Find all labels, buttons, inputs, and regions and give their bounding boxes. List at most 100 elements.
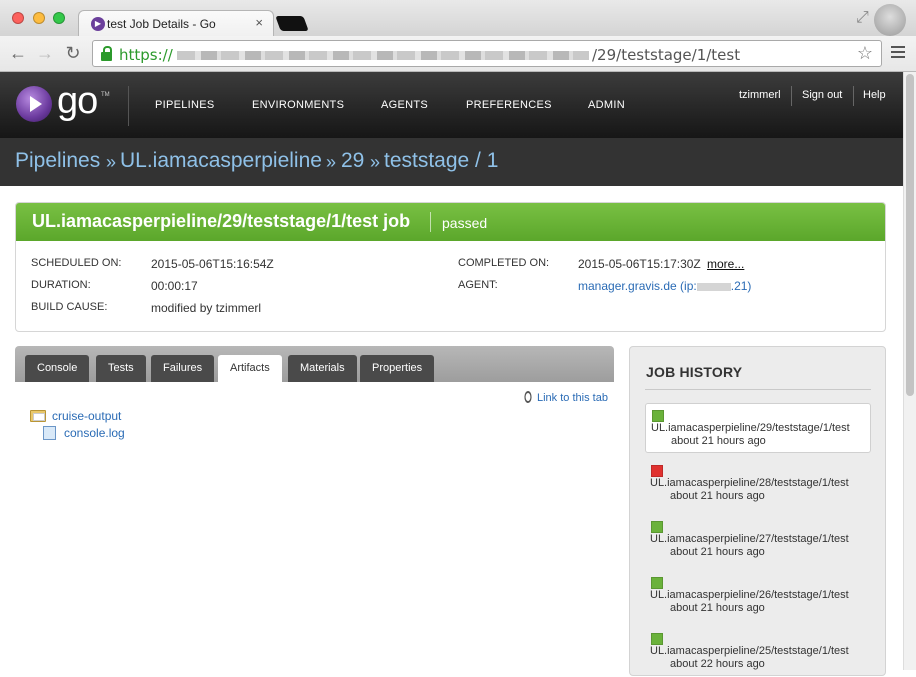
header-divider (128, 86, 129, 126)
page-scrollbar[interactable] (903, 72, 916, 670)
scheduled-label: SCHEDULED ON: (31, 257, 122, 269)
tab-properties[interactable]: Properties (360, 355, 435, 382)
history-item-name: UL.iamacasperpieline/28/teststage/1/test (650, 477, 849, 489)
status-divider (430, 212, 431, 232)
sign-out-link[interactable]: Sign out (802, 89, 842, 101)
go-logo-trademark: TM (101, 92, 110, 98)
window-close-button[interactable] (12, 12, 24, 24)
agent-label: AGENT: (458, 279, 498, 291)
go-favicon-icon: ▶ (91, 17, 105, 31)
history-item[interactable]: UL.iamacasperpieline/29/teststage/1/test… (645, 403, 871, 453)
history-item-time: about 21 hours ago (670, 546, 765, 558)
nav-environments[interactable]: ENVIRONMENTS (252, 99, 344, 111)
ip-redacted (696, 282, 731, 291)
header-separator (791, 86, 792, 106)
folder-icon (30, 410, 46, 422)
file-icon (43, 426, 56, 440)
browser-titlebar: ▶ test Job Details - Go × ⤢ (0, 0, 916, 37)
history-item-name: UL.iamacasperpieline/26/teststage/1/test (650, 589, 849, 601)
build-cause-value: modified by tzimmerl (151, 301, 262, 315)
job-title: UL.iamacasperpieline/29/teststage/1/test… (32, 211, 411, 231)
duration-value: 00:00:17 (151, 279, 198, 293)
agent-host: manager.gravis.de (ip: (578, 279, 697, 293)
tab-tests[interactable]: Tests (96, 355, 146, 382)
tab-failures[interactable]: Failures (151, 355, 215, 382)
agent-link[interactable]: manager.gravis.de (ip: .21) (578, 279, 751, 293)
link-to-tab-label: Link to this tab (537, 392, 608, 404)
fullscreen-icon[interactable]: ⤢ (856, 9, 869, 27)
go-header: go TM PIPELINES ENVIRONMENTS AGENTS PREF… (0, 72, 916, 138)
artifact-folder-link[interactable]: cruise-output (52, 409, 121, 423)
back-button[interactable]: ← (8, 43, 28, 64)
nav-preferences[interactable]: PREFERENCES (466, 99, 552, 111)
breadcrumb-pipelines[interactable]: Pipelines (15, 149, 100, 173)
history-item-name: UL.iamacasperpieline/29/teststage/1/test (651, 422, 850, 434)
tab-console[interactable]: Console (25, 355, 90, 382)
window-minimize-button[interactable] (33, 12, 45, 24)
url-redacted-host (177, 51, 589, 60)
browser-tab[interactable]: ▶ test Job Details - Go × (78, 10, 274, 37)
status-passed-icon (651, 633, 663, 645)
address-bar[interactable]: https:// /29/teststage/1/test ☆ (92, 40, 882, 67)
divider (645, 389, 871, 390)
duration-label: DURATION: (31, 279, 91, 291)
history-item-time: about 21 hours ago (671, 435, 766, 447)
go-logo-text[interactable]: go (57, 80, 98, 123)
history-item-time: about 21 hours ago (670, 602, 765, 614)
history-item-time: about 22 hours ago (670, 658, 765, 670)
nav-pipelines[interactable]: PIPELINES (155, 99, 215, 111)
browser-menu-icon[interactable] (891, 46, 905, 61)
browser-toolbar: ← → ↻ https:// /29/teststage/1/test ☆ (0, 36, 916, 72)
breadcrumb-separator: » (370, 152, 381, 172)
more-link[interactable]: more... (707, 257, 744, 271)
breadcrumb-stage[interactable]: teststage / 1 (384, 149, 498, 173)
tab-materials[interactable]: Materials (288, 355, 357, 382)
job-summary-card: UL.iamacasperpieline/29/teststage/1/test… (15, 202, 886, 332)
history-item[interactable]: UL.iamacasperpieline/27/teststage/1/test… (645, 515, 871, 565)
breadcrumb-counter[interactable]: 29 (341, 149, 364, 173)
status-passed-icon (651, 577, 663, 589)
status-failed-icon (651, 465, 663, 477)
link-icon (522, 388, 534, 406)
link-to-tab[interactable]: Link to this tab (522, 388, 608, 406)
artifact-file-link[interactable]: console.log (64, 426, 125, 440)
history-item[interactable]: UL.iamacasperpieline/28/teststage/1/test… (645, 459, 871, 509)
agent-ip-suffix: .21) (730, 279, 752, 293)
breadcrumb: Pipelines » UL.iamacasperpieline » 29 » … (0, 138, 916, 186)
job-header: UL.iamacasperpieline/29/teststage/1/test… (16, 203, 885, 241)
completed-label: COMPLETED ON: (458, 257, 550, 269)
history-item[interactable]: UL.iamacasperpieline/26/teststage/1/test… (645, 571, 871, 621)
status-passed-icon (651, 521, 663, 533)
nav-agents[interactable]: AGENTS (381, 99, 428, 111)
history-item-time: about 21 hours ago (670, 490, 765, 502)
breadcrumb-pipeline[interactable]: UL.iamacasperpieline (120, 149, 322, 173)
new-tab-button[interactable] (275, 16, 309, 31)
job-history-title: JOB HISTORY (646, 364, 743, 380)
history-item-name: UL.iamacasperpieline/27/teststage/1/test (650, 533, 849, 545)
header-separator (853, 86, 854, 106)
forward-button[interactable]: → (35, 43, 55, 64)
scheduled-value: 2015-05-06T15:16:54Z (151, 257, 274, 271)
status-passed-icon (652, 410, 664, 422)
reload-button[interactable]: ↻ (63, 43, 83, 64)
lock-icon (101, 46, 112, 61)
breadcrumb-separator: » (326, 152, 337, 172)
window-maximize-button[interactable] (53, 12, 65, 24)
job-tabs: Console Tests Failures Artifacts Materia… (15, 346, 614, 382)
url-path: /29/teststage/1/test (592, 46, 741, 64)
status-badge: passed (442, 215, 488, 231)
incognito-icon (874, 4, 906, 36)
help-link[interactable]: Help (863, 89, 886, 101)
completed-value: 2015-05-06T15:17:30Z (578, 257, 701, 271)
job-history-panel: JOB HISTORY UL.iamacasperpieline/29/test… (629, 346, 886, 676)
build-cause-label: BUILD CAUSE: (31, 301, 108, 313)
scrollbar-thumb[interactable] (906, 74, 914, 396)
current-user: tzimmerl (739, 89, 781, 101)
nav-admin[interactable]: ADMIN (588, 99, 625, 111)
tab-close-icon[interactable]: × (255, 15, 263, 30)
tab-title: test Job Details - Go (107, 17, 216, 31)
tab-artifacts[interactable]: Artifacts (218, 355, 282, 382)
go-logo-icon[interactable] (16, 86, 52, 122)
bookmark-star-icon[interactable]: ☆ (857, 43, 873, 64)
history-item-name: UL.iamacasperpieline/25/teststage/1/test (650, 645, 849, 657)
